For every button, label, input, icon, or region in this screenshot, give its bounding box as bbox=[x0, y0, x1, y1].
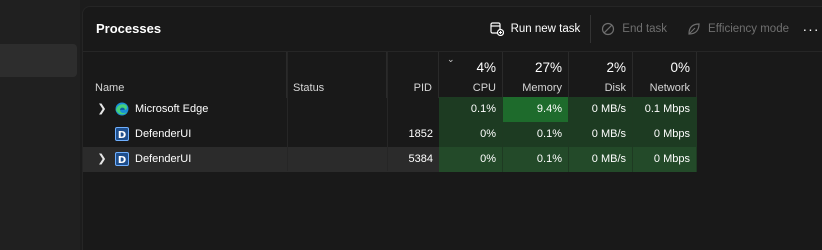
process-status bbox=[293, 122, 387, 147]
more-icon: ··· bbox=[802, 21, 820, 37]
column-header-row: Name Status PID ⌄ 4% CPU 27% Memory 2% D… bbox=[83, 51, 822, 98]
process-network: 0.1 Mbps bbox=[633, 97, 697, 122]
end-task-icon bbox=[602, 22, 615, 36]
end-task-button[interactable]: End task bbox=[591, 13, 677, 45]
process-memory: 9.4% bbox=[503, 97, 569, 122]
end-task-label: End task bbox=[622, 23, 668, 35]
process-name: DefenderUI bbox=[135, 128, 192, 140]
chevron-right-icon[interactable]: ❯ bbox=[96, 147, 108, 172]
column-header-pid[interactable]: PID bbox=[387, 52, 439, 98]
process-cpu: 0% bbox=[439, 147, 503, 172]
edge-icon bbox=[115, 102, 129, 116]
process-cpu: 0% bbox=[439, 122, 503, 147]
process-memory: 0.1% bbox=[503, 122, 569, 147]
process-network: 0 Mbps bbox=[633, 122, 697, 147]
process-disk: 0 MB/s bbox=[569, 122, 633, 147]
nav-item-selected[interactable] bbox=[0, 44, 77, 77]
column-header-status[interactable]: Status bbox=[287, 52, 387, 98]
page-title: Processes bbox=[96, 21, 162, 36]
leaf-icon bbox=[688, 23, 700, 35]
table-row[interactable]: ❯ Microsoft Edge 0.1% 9.4% 0 MB/s 0.1 Mb… bbox=[83, 97, 697, 122]
column-header-memory[interactable]: 27% Memory bbox=[503, 52, 569, 98]
efficiency-mode-label: Efficiency mode bbox=[708, 23, 789, 35]
command-bar: Run new task End task Efficiency mode ··… bbox=[480, 13, 822, 45]
svg-text:D: D bbox=[118, 130, 126, 141]
process-disk: 0 MB/s bbox=[569, 97, 633, 122]
column-header-network[interactable]: 0% Network bbox=[633, 52, 697, 98]
sort-chevron-down-icon: ⌄ bbox=[447, 54, 455, 64]
column-header-name[interactable]: Name bbox=[83, 52, 287, 98]
column-divider bbox=[387, 51, 388, 171]
more-options-button[interactable]: ··· bbox=[799, 13, 822, 45]
table-row-selected[interactable]: ❯ D DefenderUI 5384 0% 0.1% 0 MB/s 0 Mbp… bbox=[83, 147, 697, 172]
run-new-task-label: Run new task bbox=[510, 23, 581, 35]
defender-icon: D bbox=[115, 152, 129, 166]
column-header-cpu[interactable]: ⌄ 4% CPU bbox=[439, 52, 503, 98]
run-new-task-button[interactable]: Run new task bbox=[480, 13, 591, 45]
process-pid bbox=[387, 97, 439, 122]
process-status bbox=[293, 97, 387, 122]
run-task-icon bbox=[489, 22, 504, 36]
process-pid: 1852 bbox=[408, 128, 433, 140]
process-network: 0 Mbps bbox=[633, 147, 697, 172]
process-memory: 0.1% bbox=[503, 147, 569, 172]
process-cpu: 0.1% bbox=[439, 97, 503, 122]
page-header: Processes Run new task End task Efficien… bbox=[83, 7, 822, 51]
processes-page: Processes Run new task End task Efficien… bbox=[82, 6, 822, 250]
defender-icon: D bbox=[115, 127, 129, 141]
column-divider bbox=[287, 51, 288, 171]
column-header-disk[interactable]: 2% Disk bbox=[569, 52, 633, 98]
efficiency-mode-button[interactable]: Efficiency mode bbox=[677, 13, 799, 45]
process-status bbox=[293, 147, 387, 172]
process-name: DefenderUI bbox=[135, 153, 192, 165]
process-pid: 5384 bbox=[408, 153, 433, 165]
process-table: Name Status PID ⌄ 4% CPU 27% Memory 2% D… bbox=[83, 51, 822, 172]
process-name: Microsoft Edge bbox=[135, 103, 209, 115]
table-row[interactable]: D DefenderUI 1852 0% 0.1% 0 MB/s 0 Mbps bbox=[83, 122, 697, 147]
process-disk: 0 MB/s bbox=[569, 147, 633, 172]
svg-text:D: D bbox=[118, 155, 126, 166]
chevron-right-icon[interactable]: ❯ bbox=[96, 97, 108, 122]
navigation-pane bbox=[0, 0, 80, 250]
